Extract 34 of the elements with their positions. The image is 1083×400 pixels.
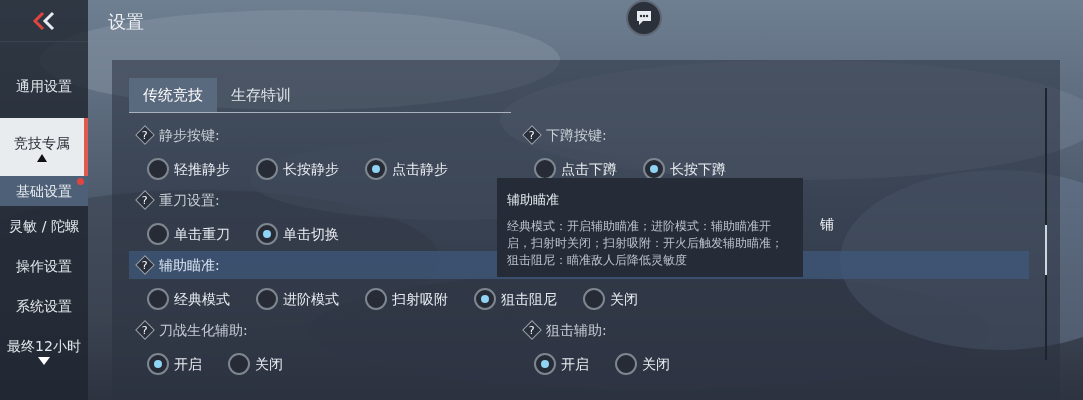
radio-option[interactable]: 单击重刀 xyxy=(147,223,230,245)
tab[interactable]: 传统竞技 xyxy=(129,78,217,112)
setting-label: 重刀设置: xyxy=(159,190,220,210)
sidebar-item[interactable]: 最终12小时 xyxy=(0,326,88,374)
setting-label: 辅助瞄准: xyxy=(159,255,220,275)
setting-label: 狙击辅助: xyxy=(546,320,607,340)
option-text: 铺 xyxy=(820,215,834,234)
radio-option[interactable]: 狙击阻尼 xyxy=(474,288,557,310)
tooltip-title: 辅助瞄准 xyxy=(507,191,560,209)
page-title: 设置 xyxy=(108,9,144,34)
radio-option[interactable]: 关闭 xyxy=(228,353,283,375)
sidebar-item[interactable]: 基础设置 xyxy=(0,176,88,206)
setting-label: 静步按键: xyxy=(159,125,220,145)
sidebar-item[interactable]: 竞技专属 xyxy=(0,118,88,176)
sidebar-item[interactable]: 通用设置 xyxy=(0,62,88,110)
radio-option[interactable]: 开启 xyxy=(147,353,202,375)
radio-option[interactable]: 扫射吸附 xyxy=(365,288,448,310)
radio-option[interactable]: 单击切换 xyxy=(256,223,339,245)
setting-label: 下蹲按键: xyxy=(546,125,607,145)
sidebar-item[interactable]: 灵敏 / 陀螺 xyxy=(0,206,88,246)
radio-option[interactable]: 进阶模式 xyxy=(256,288,339,310)
sidebar-item[interactable]: 操作设置 xyxy=(0,246,88,286)
back-icon[interactable] xyxy=(31,10,57,31)
tooltip-text: 经典模式：开启辅助瞄准；进阶模式：辅助瞄准开启，扫射时关闭；扫射吸附：开火后触发辅助瞄准；狙击阻尼：瞄准敌人后降低灵敏度 xyxy=(507,217,784,269)
radio-option[interactable]: 经典模式 xyxy=(147,288,230,310)
radio-option[interactable]: 长按静步 xyxy=(256,158,339,180)
radio-option[interactable]: 关闭 xyxy=(583,288,638,310)
radio-option[interactable]: 轻推静步 xyxy=(147,158,230,180)
radio-option[interactable]: 点击静步 xyxy=(365,158,448,180)
radio-option[interactable]: 关闭 xyxy=(615,353,670,375)
radio-option[interactable]: 开启 xyxy=(534,353,589,375)
sidebar-item[interactable]: 系统设置 xyxy=(0,286,88,326)
tab[interactable]: 生存特训 xyxy=(217,78,305,112)
setting-label: 刀战生化辅助: xyxy=(159,320,248,340)
